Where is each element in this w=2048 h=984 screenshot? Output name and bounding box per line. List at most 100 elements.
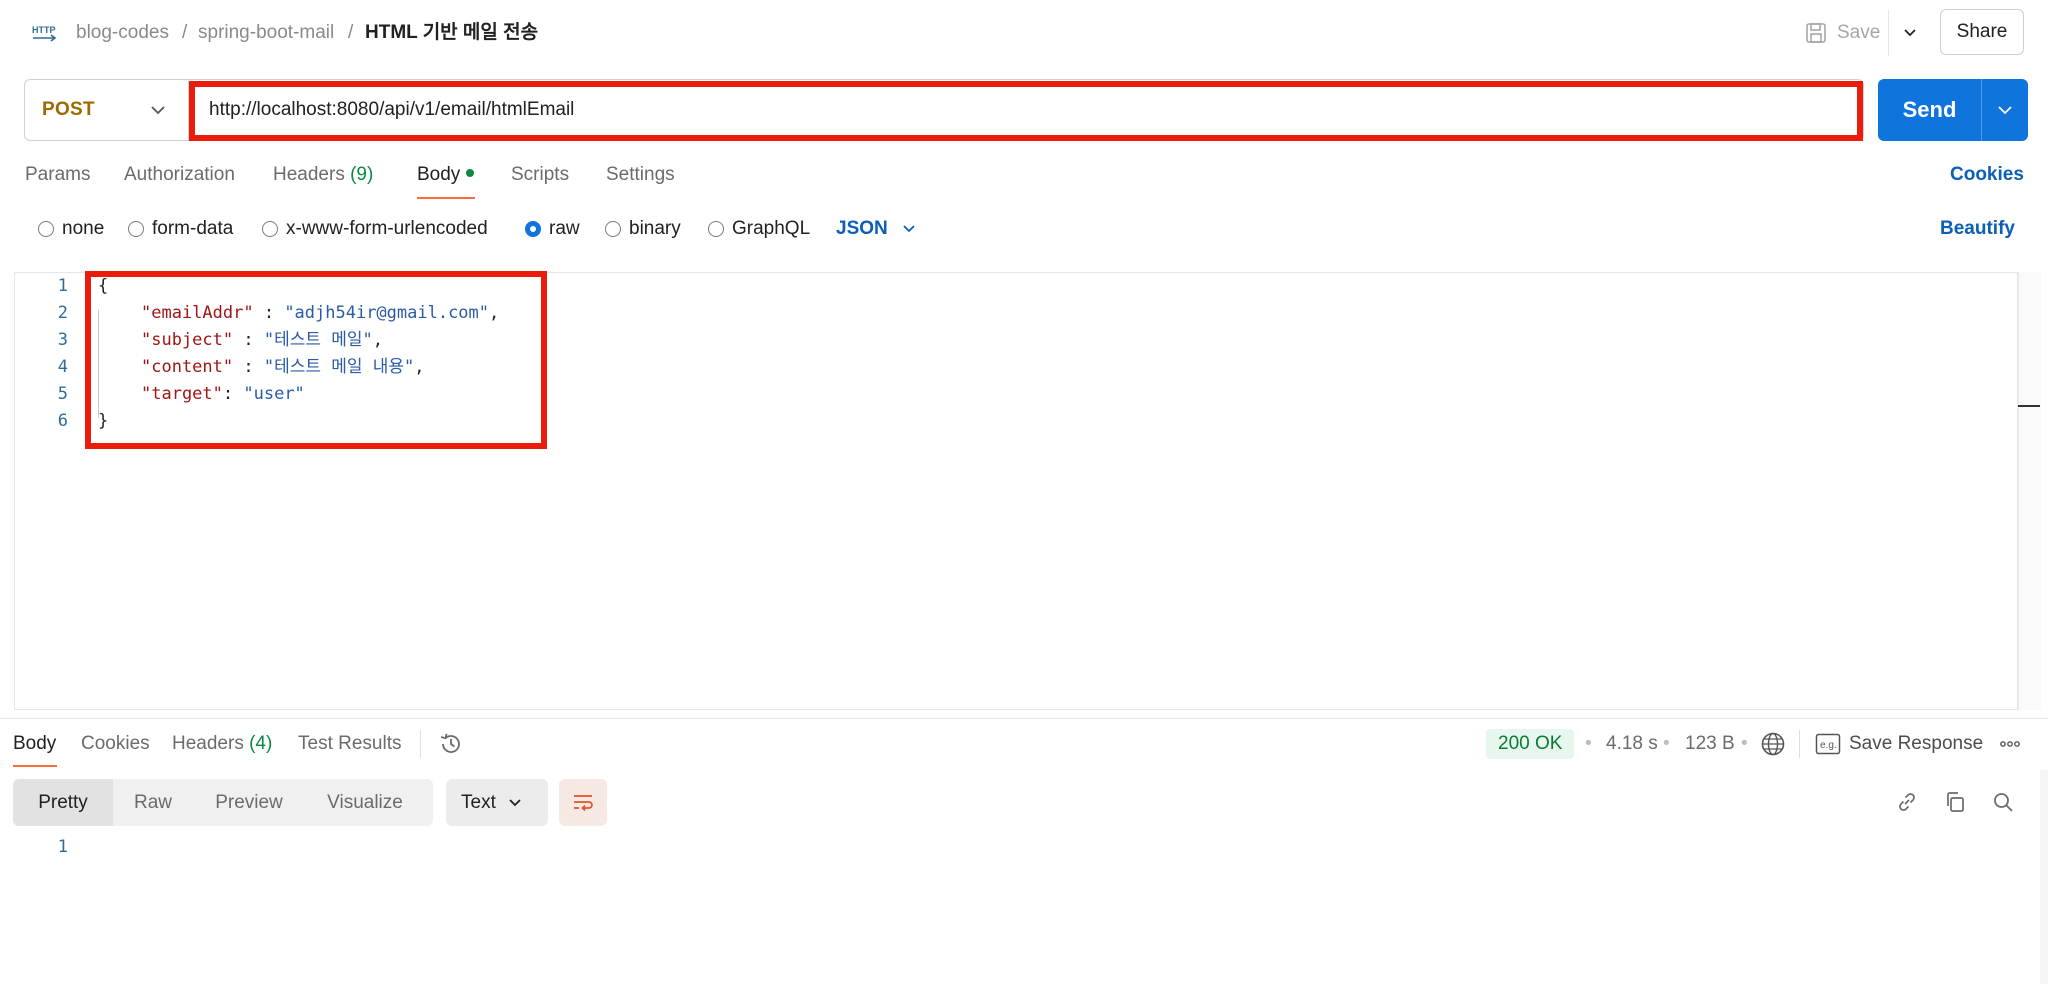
save-response-button[interactable]: Save Response [1849, 731, 1983, 757]
word-wrap-icon [574, 794, 593, 811]
breadcrumb-separator: / [182, 22, 188, 43]
save-icon [1806, 23, 1826, 43]
modified-dot-indicator [466, 168, 475, 177]
tab-params[interactable]: Params [25, 162, 90, 188]
search-icon[interactable] [1989, 788, 2017, 816]
response-view-tabs: Pretty Raw Preview Visualize [13, 779, 433, 826]
line-number: 4 [57, 357, 68, 377]
breadcrumb-request-name[interactable]: HTML 기반 메일 전송 [365, 20, 538, 46]
view-tab-visualize[interactable]: Visualize [305, 779, 425, 826]
dot-separator: • [1741, 733, 1748, 754]
breadcrumb-separator: / [348, 22, 354, 43]
view-tab-raw[interactable]: Raw [113, 779, 193, 826]
word-wrap-button[interactable] [559, 779, 607, 826]
line-number: 2 [57, 303, 68, 323]
eg-icon: e.g. [1815, 733, 1841, 755]
chevron-down-icon [1998, 106, 2012, 115]
dot-separator: • [1663, 733, 1670, 754]
svg-text:HTTP: HTTP [32, 25, 56, 35]
tab-scripts[interactable]: Scripts [511, 162, 569, 188]
body-type-raw[interactable]: raw [525, 216, 580, 242]
radio-button[interactable] [605, 221, 621, 237]
view-tab-preview[interactable]: Preview [193, 779, 305, 826]
radio-button[interactable] [262, 221, 278, 237]
http-icon: HTTP [32, 25, 57, 42]
method-select[interactable]: POST [24, 79, 188, 141]
response-format-label: Text [461, 791, 496, 813]
active-tab-indicator [417, 197, 475, 199]
line-number: 1 [57, 276, 68, 296]
line-number: 3 [57, 330, 68, 350]
response-tab-headers-count: (4) [249, 733, 273, 754]
svg-text:e.g.: e.g. [1820, 740, 1837, 751]
tab-headers-count: (9) [350, 164, 374, 185]
dot-separator: • [1585, 733, 1592, 754]
editor-scrollbar[interactable] [2018, 272, 2041, 710]
response-format-select[interactable]: Text [446, 779, 548, 826]
response-tab-test-results[interactable]: Test Results [298, 731, 401, 757]
body-type-urlencoded[interactable]: x-www-form-urlencoded [262, 216, 488, 242]
active-tab-indicator [13, 765, 57, 767]
breadcrumb-workspace[interactable]: blog-codes [76, 20, 169, 46]
beautify-button[interactable]: Beautify [1940, 216, 2015, 242]
body-type-form-data[interactable]: form-data [128, 216, 233, 242]
view-tab-pretty[interactable]: Pretty [13, 779, 113, 826]
radio-button[interactable] [708, 221, 724, 237]
radio-button[interactable] [128, 221, 144, 237]
body-type-graphql[interactable]: GraphQL [708, 216, 810, 242]
divider [0, 718, 2048, 719]
line-number: 1 [57, 837, 68, 857]
send-options-button[interactable] [1982, 79, 2028, 141]
line-number: 5 [57, 384, 68, 404]
chevron-down-icon [151, 106, 165, 115]
response-tab-body[interactable]: Body [13, 731, 56, 757]
copy-icon[interactable] [1941, 788, 1969, 816]
tab-body[interactable]: Body [417, 162, 475, 188]
body-type-graphql-label: GraphQL [732, 218, 811, 239]
response-scrollbar[interactable] [2040, 770, 2048, 984]
url-highlight-box [189, 81, 1863, 141]
response-tab-headers-label: Headers [172, 733, 244, 754]
response-tab-headers[interactable]: Headers (4) [172, 731, 272, 757]
globe-icon[interactable] [1760, 731, 1786, 757]
cookies-link[interactable]: Cookies [1950, 162, 2024, 188]
chevron-down-icon [903, 225, 915, 233]
response-time[interactable]: 4.18 s [1606, 731, 1658, 757]
save-label: Save [1837, 22, 1881, 43]
divider [1799, 730, 1800, 758]
tab-body-label: Body [417, 164, 461, 185]
response-tab-cookies[interactable]: Cookies [81, 731, 150, 757]
body-type-none[interactable]: none [38, 216, 104, 242]
tab-headers[interactable]: Headers (9) [273, 162, 373, 188]
chevron-down-icon [509, 798, 521, 806]
minimap-marker [2018, 405, 2040, 407]
save-button[interactable]: Save [1805, 18, 1880, 48]
body-type-binary[interactable]: binary [605, 216, 681, 242]
language-label: JSON [836, 218, 888, 239]
body-type-raw-label: raw [549, 218, 580, 239]
breadcrumb-collection[interactable]: spring-boot-mail [198, 20, 334, 46]
more-horizontal-icon[interactable] [1996, 733, 2024, 755]
history-icon[interactable] [437, 730, 465, 758]
divider [1888, 10, 1889, 56]
send-button[interactable]: Send [1878, 79, 1981, 141]
tab-authorization[interactable]: Authorization [124, 162, 235, 188]
chevron-down-icon [1904, 29, 1916, 37]
tab-settings[interactable]: Settings [606, 162, 675, 188]
share-button[interactable]: Share [1940, 9, 2024, 55]
status-badge[interactable]: 200 OK [1486, 729, 1575, 759]
tab-headers-label: Headers [273, 164, 345, 185]
body-type-none-label: none [62, 218, 105, 239]
response-size[interactable]: 123 B [1685, 731, 1735, 757]
body-type-binary-label: binary [629, 218, 681, 239]
language-select[interactable]: JSON [836, 216, 916, 242]
save-options-button[interactable] [1898, 18, 1922, 48]
link-icon[interactable] [1893, 788, 1921, 816]
code-highlight-box [85, 271, 547, 449]
line-number: 6 [57, 411, 68, 431]
send-button-group[interactable]: Send [1878, 79, 2028, 141]
radio-button[interactable] [38, 221, 54, 237]
method-label: POST [42, 99, 95, 120]
divider [420, 730, 421, 758]
radio-button-selected[interactable] [525, 221, 541, 237]
